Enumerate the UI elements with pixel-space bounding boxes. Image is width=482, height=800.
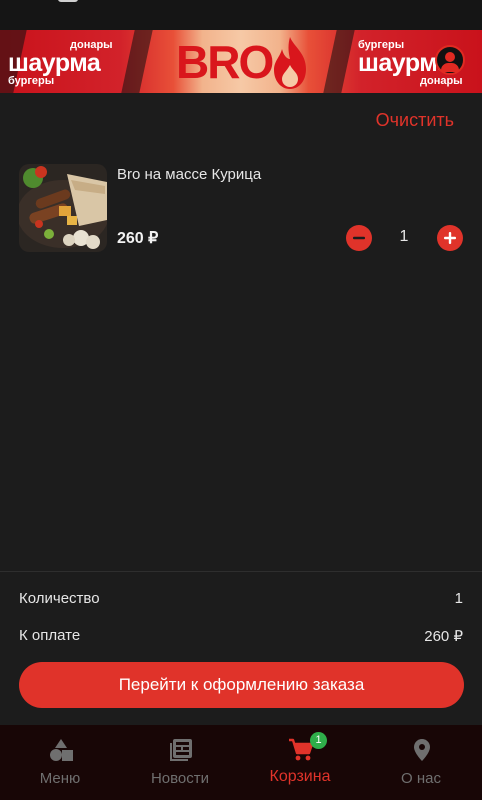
banner-brush-stroke bbox=[121, 30, 153, 93]
banner-brush-stroke bbox=[323, 30, 355, 93]
profile-avatar-icon[interactable] bbox=[435, 45, 465, 75]
tab-cart[interactable]: 1 Корзина bbox=[240, 725, 360, 800]
checkout-button[interactable]: Перейти к оформлению заказа bbox=[19, 662, 464, 708]
quantity-total: 1 bbox=[454, 590, 463, 607]
product-price: 260 ₽ bbox=[117, 230, 159, 247]
tab-about-label: О нас bbox=[401, 770, 441, 787]
cart-count-badge: 1 bbox=[310, 732, 327, 749]
status-indicator bbox=[58, 0, 78, 2]
bro-logo-text: BRO bbox=[176, 36, 274, 88]
menu-shapes-icon bbox=[50, 739, 73, 761]
banner-left-big-word: шаурма bbox=[8, 49, 101, 77]
banner-right-bottom-word: донары bbox=[420, 75, 463, 87]
news-icon bbox=[170, 739, 192, 761]
tab-menu-label: Меню bbox=[39, 770, 81, 787]
banner-left-bottom-word: бургеры bbox=[8, 75, 55, 87]
total-label: К оплате bbox=[19, 627, 81, 644]
order-summary: Количество 1 К оплате 260 ₽ Перейти к оф… bbox=[0, 571, 482, 725]
avatar-body bbox=[441, 63, 459, 72]
quantity-value: 1 bbox=[399, 228, 409, 245]
increase-quantity-button[interactable] bbox=[437, 225, 463, 251]
clear-cart-button[interactable]: Очистить bbox=[376, 110, 454, 131]
tab-cart-label: Корзина bbox=[269, 768, 331, 785]
product-photo bbox=[19, 164, 107, 252]
plus-icon bbox=[444, 232, 456, 244]
tab-menu[interactable]: Меню bbox=[0, 725, 120, 800]
decrease-quantity-button[interactable] bbox=[346, 225, 372, 251]
quantity-label: Количество bbox=[19, 590, 100, 607]
product-image[interactable] bbox=[19, 164, 107, 252]
location-pin-icon bbox=[414, 739, 430, 761]
total-value: 260 ₽ bbox=[424, 628, 463, 645]
promo-banner[interactable]: донары шаурма бургеры BRO бургеры шаурма… bbox=[0, 30, 482, 93]
status-bar bbox=[0, 0, 482, 30]
bottom-tab-bar: Меню Новости 1 Корзина О нас bbox=[0, 725, 482, 800]
flame-icon bbox=[274, 37, 306, 89]
tab-news[interactable]: Новости bbox=[120, 725, 240, 800]
tab-news-label: Новости bbox=[150, 770, 210, 787]
minus-icon bbox=[353, 236, 365, 240]
cart-item: Bro на массе Курица 260 ₽ 1 bbox=[19, 164, 464, 254]
avatar-head bbox=[445, 52, 455, 62]
tab-about[interactable]: О нас bbox=[361, 725, 481, 800]
product-name: Bro на массе Курица bbox=[117, 166, 262, 183]
